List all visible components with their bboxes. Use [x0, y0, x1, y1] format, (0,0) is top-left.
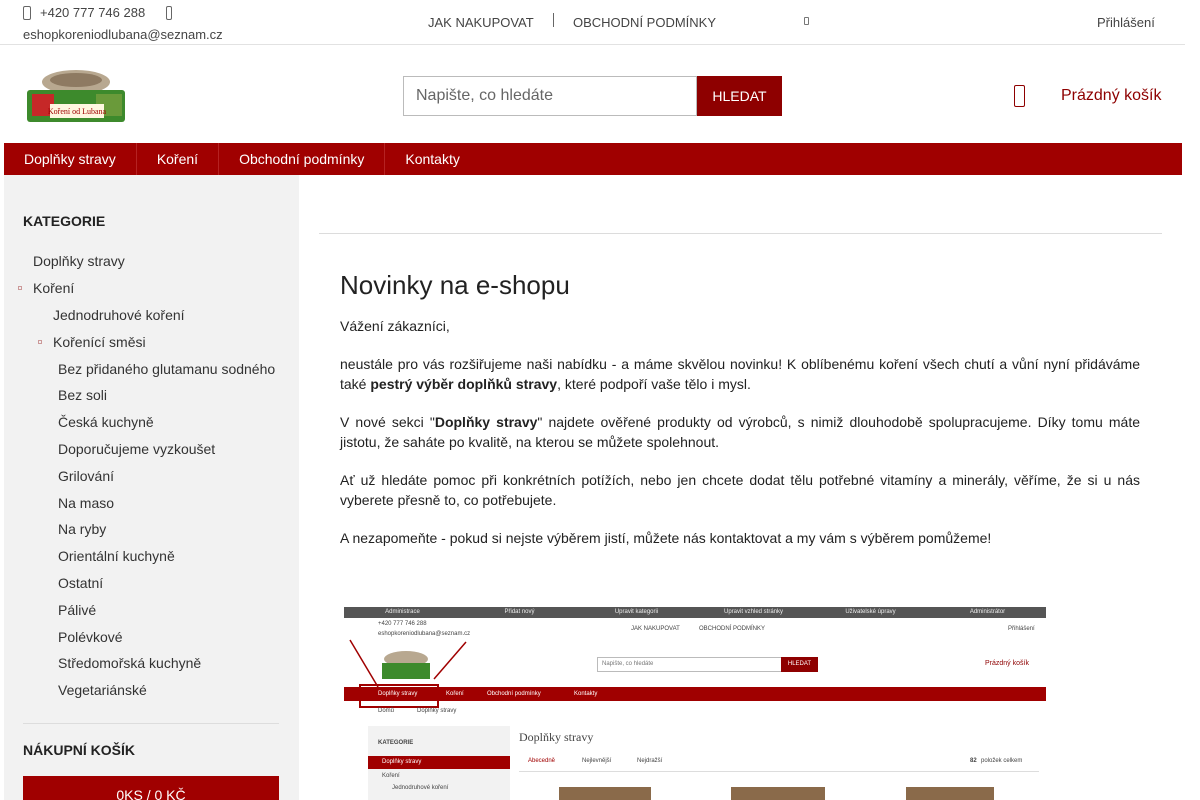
screenshot-sort: Abecedně: [528, 758, 556, 764]
screenshot-page-title: Doplňky stravy: [519, 730, 594, 744]
category-item[interactable]: Na maso: [58, 495, 114, 511]
screenshot-search-button: HLEDAT: [781, 657, 818, 672]
article-title: Novinky na e-shopu: [340, 270, 570, 300]
category-supplements[interactable]: Doplňky stravy: [33, 253, 125, 269]
sidebar-divider: [23, 723, 279, 724]
article-paragraph-4: A nezapomeňte - pokud si nejste výběrem …: [340, 530, 992, 546]
screenshot-login: Přihlášení: [1008, 626, 1035, 632]
category-item[interactable]: Ostatní: [58, 575, 103, 591]
category-item[interactable]: Doporučujeme vyzkoušet: [58, 441, 215, 457]
screenshot-breadcrumb: Doplňky stravy: [417, 708, 457, 714]
site-logo[interactable]: Koření od Lubana: [24, 64, 128, 126]
screenshot-arrows: [349, 639, 467, 708]
screenshot-breadcrumb: Domů: [378, 708, 395, 714]
login-link[interactable]: Přihlášení: [1097, 15, 1155, 30]
top-bar: +420 777 746 288 eshopkoreniodlubana@sez…: [0, 0, 1185, 45]
cart-title: NÁKUPNÍ KOŠÍK: [23, 742, 136, 758]
screenshot-count: položek celkem: [981, 758, 1023, 764]
bullet-icon: [38, 340, 42, 344]
screenshot-admin-item: Upravit vzhled stránky: [723, 609, 784, 615]
screenshot-sort: Nejdražší: [637, 758, 663, 764]
category-item[interactable]: Pálivé: [58, 602, 96, 618]
sidebar-cart-summary[interactable]: 0KS / 0 KČ: [23, 776, 279, 800]
paragraph-bold: Doplňky stravy: [434, 414, 538, 430]
terms-link[interactable]: OBCHODNÍ PODMÍNKY: [573, 15, 716, 30]
article-paragraph-1: neustále pro vás rozšiřujeme naši nabídk…: [340, 355, 1140, 394]
screenshot-product-thumb: [731, 787, 825, 800]
screenshot-admin-item: Přidat nový: [504, 609, 535, 615]
screenshot-search: Napište, co hledáte: [597, 657, 782, 672]
cart-link[interactable]: Prázdný košík: [1061, 87, 1161, 105]
paragraph-text: V nové sekci ": [340, 414, 435, 430]
screenshot-count: 82: [970, 758, 977, 764]
article-paragraph-3: Ať už hledáte pomoc při konkrétních potí…: [340, 472, 1140, 508]
category-item[interactable]: Bez přidaného glutamanu sodného: [58, 361, 275, 377]
screenshot-admin-item: Administrátor: [969, 609, 1006, 615]
category-item[interactable]: Orientální kuchyně: [58, 548, 175, 564]
category-item[interactable]: Grilování: [58, 468, 114, 484]
screenshot-nav-item: Obchodní podmínky: [487, 691, 541, 697]
paragraph-text: , které podpoří vaše tělo i mysl.: [557, 375, 751, 392]
nav-contacts[interactable]: Kontakty: [385, 143, 479, 175]
nav-supplements[interactable]: Doplňky stravy: [4, 143, 137, 175]
phone-icon: [23, 5, 31, 20]
cart-icon[interactable]: [1014, 85, 1025, 107]
screenshot-admin-item: Uživatelské úpravy: [845, 609, 896, 615]
categories-title: KATEGORIE: [23, 213, 106, 229]
screenshot-side-title: KATEGORIE: [378, 740, 414, 746]
screenshot-nav-item: Koření: [446, 691, 464, 697]
screenshot-link: OBCHODNÍ PODMÍNKY: [699, 626, 766, 632]
screenshot-nav-item: Kontakty: [574, 691, 598, 697]
category-item[interactable]: Středomořská kuchyně: [58, 655, 201, 671]
main-nav: Doplňky stravy Koření Obchodní podmínky …: [4, 143, 1182, 175]
sidebar: KATEGORIE Doplňky stravy Koření Jednodru…: [4, 175, 299, 800]
category-item[interactable]: Česká kuchyně: [58, 414, 154, 430]
nav-terms[interactable]: Obchodní podmínky: [219, 143, 386, 175]
screenshot-sort: Nejlevnější: [582, 758, 612, 764]
article-paragraph-2: V nové sekci "Doplňky stravy" najdete ov…: [340, 413, 1140, 452]
screenshot-phone: +420 777 746 288: [378, 621, 427, 627]
search-button[interactable]: HLEDAT: [697, 76, 782, 116]
paragraph-bold: pestrý výběr doplňků stravy: [370, 375, 558, 392]
category-item[interactable]: Na ryby: [58, 521, 106, 537]
category-single-spices[interactable]: Jednodruhové koření: [53, 307, 185, 323]
category-spice-mixes[interactable]: Kořenící směsi: [53, 334, 146, 350]
search-input[interactable]: [403, 76, 697, 116]
category-item[interactable]: Polévkové: [58, 629, 123, 645]
article-greeting: Vážení zákazníci,: [340, 318, 450, 334]
screenshot-nav-item: Doplňky stravy: [378, 691, 418, 697]
screenshot-side-item: Jednodruhové koření: [392, 785, 449, 791]
screenshot-side-item: Doplňky stravy: [382, 759, 422, 765]
screenshot-nav: Doplňky stravy Koření Obchodní podmínky …: [344, 687, 1046, 701]
article-screenshot-image: Administrace Přidat nový Upravit kategor…: [344, 607, 1046, 800]
content-divider: [319, 233, 1162, 234]
screenshot-cart: Prázdný košík: [985, 660, 1029, 667]
contact-phone: +420 777 746 288: [23, 5, 173, 20]
phone-number: +420 777 746 288: [40, 5, 146, 20]
screenshot-product-thumb: [906, 787, 994, 800]
screenshot-side-item: Koření: [382, 773, 400, 779]
contact-email[interactable]: eshopkoreniodlubana@seznam.cz: [23, 27, 223, 42]
top-link-separator: [553, 13, 554, 27]
screenshot-product-thumb: [559, 787, 651, 800]
screenshot-divider: [519, 771, 1039, 772]
screenshot-link: JAK NAKUPOVAT: [631, 626, 680, 632]
category-item[interactable]: Bez soli: [58, 387, 107, 403]
bullet-icon: [18, 286, 22, 290]
screenshot-admin-item: Upravit kategorii: [614, 609, 659, 615]
screenshot-admin-item: Administrace: [385, 609, 420, 615]
category-spices[interactable]: Koření: [33, 280, 74, 296]
nav-spices[interactable]: Koření: [137, 143, 220, 175]
chevron-down-icon[interactable]: [804, 17, 809, 25]
screenshot-admin-bar: Administrace Přidat nový Upravit kategor…: [344, 607, 1046, 618]
how-to-buy-link[interactable]: JAK NAKUPOVAT: [428, 15, 534, 30]
logo-text: Koření od Lubana: [48, 107, 107, 116]
mail-icon: [166, 5, 173, 20]
category-item[interactable]: Vegetariánské: [58, 682, 147, 698]
